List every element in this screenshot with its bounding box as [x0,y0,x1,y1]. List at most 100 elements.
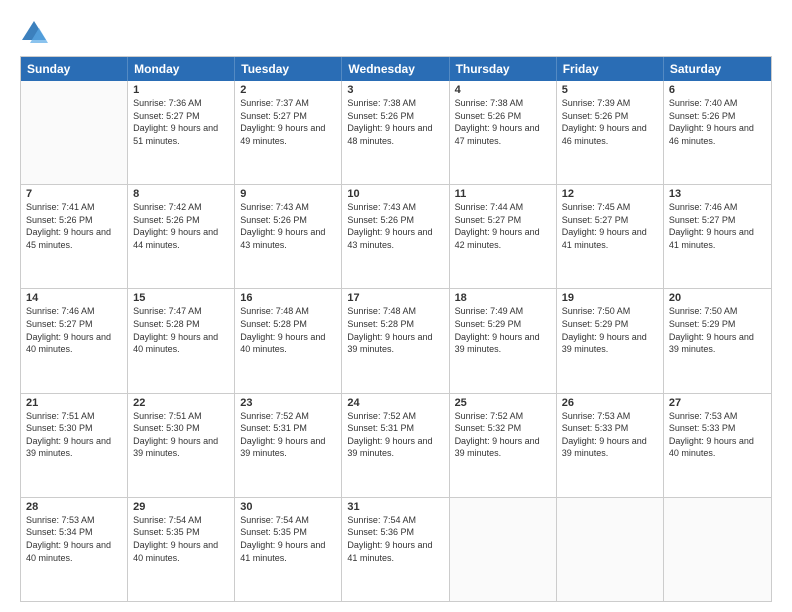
day-number: 10 [347,188,443,200]
day-cell-25: 25 Sunrise: 7:52 AM Sunset: 5:32 PM Dayl… [450,394,557,497]
header-cell-saturday: Saturday [664,57,771,81]
sunrise-label: Sunrise: 7:52 AM [455,411,524,421]
day-cell-8: 8 Sunrise: 7:42 AM Sunset: 5:26 PM Dayli… [128,185,235,288]
sunset-label: Sunset: 5:27 PM [455,215,522,225]
day-cell-15: 15 Sunrise: 7:47 AM Sunset: 5:28 PM Dayl… [128,289,235,392]
sunset-label: Sunset: 5:32 PM [455,423,522,433]
sunrise-label: Sunrise: 7:40 AM [669,98,738,108]
cell-info: Sunrise: 7:41 AM Sunset: 5:26 PM Dayligh… [26,201,122,251]
daylight-label: Daylight: 9 hours and 39 minutes. [455,436,540,459]
sunrise-label: Sunrise: 7:52 AM [240,411,309,421]
sunrise-label: Sunrise: 7:54 AM [347,515,416,525]
day-cell-19: 19 Sunrise: 7:50 AM Sunset: 5:29 PM Dayl… [557,289,664,392]
day-number: 3 [347,84,443,96]
day-number: 17 [347,292,443,304]
cell-info: Sunrise: 7:51 AM Sunset: 5:30 PM Dayligh… [133,410,229,460]
daylight-label: Daylight: 9 hours and 39 minutes. [26,436,111,459]
header-cell-thursday: Thursday [450,57,557,81]
daylight-label: Daylight: 9 hours and 42 minutes. [455,227,540,250]
cell-info: Sunrise: 7:45 AM Sunset: 5:27 PM Dayligh… [562,201,658,251]
day-cell-5: 5 Sunrise: 7:39 AM Sunset: 5:26 PM Dayli… [557,81,664,184]
daylight-label: Daylight: 9 hours and 44 minutes. [133,227,218,250]
cell-info: Sunrise: 7:43 AM Sunset: 5:26 PM Dayligh… [240,201,336,251]
day-number: 9 [240,188,336,200]
sunset-label: Sunset: 5:27 PM [133,111,200,121]
day-number: 24 [347,397,443,409]
sunset-label: Sunset: 5:29 PM [562,319,629,329]
day-cell-6: 6 Sunrise: 7:40 AM Sunset: 5:26 PM Dayli… [664,81,771,184]
calendar-week-4: 21 Sunrise: 7:51 AM Sunset: 5:30 PM Dayl… [21,393,771,497]
sunrise-label: Sunrise: 7:53 AM [669,411,738,421]
cell-info: Sunrise: 7:51 AM Sunset: 5:30 PM Dayligh… [26,410,122,460]
day-cell-13: 13 Sunrise: 7:46 AM Sunset: 5:27 PM Dayl… [664,185,771,288]
sunset-label: Sunset: 5:26 PM [669,111,736,121]
daylight-label: Daylight: 9 hours and 51 minutes. [133,123,218,146]
day-number: 7 [26,188,122,200]
day-number: 14 [26,292,122,304]
sunrise-label: Sunrise: 7:41 AM [26,202,95,212]
day-number: 26 [562,397,658,409]
cell-info: Sunrise: 7:52 AM Sunset: 5:31 PM Dayligh… [347,410,443,460]
cell-info: Sunrise: 7:40 AM Sunset: 5:26 PM Dayligh… [669,97,766,147]
day-cell-26: 26 Sunrise: 7:53 AM Sunset: 5:33 PM Dayl… [557,394,664,497]
daylight-label: Daylight: 9 hours and 39 minutes. [133,436,218,459]
sunset-label: Sunset: 5:26 PM [240,215,307,225]
day-number: 28 [26,501,122,513]
sunset-label: Sunset: 5:35 PM [240,527,307,537]
day-cell-31: 31 Sunrise: 7:54 AM Sunset: 5:36 PM Dayl… [342,498,449,601]
sunset-label: Sunset: 5:26 PM [455,111,522,121]
day-number: 20 [669,292,766,304]
cell-info: Sunrise: 7:50 AM Sunset: 5:29 PM Dayligh… [562,305,658,355]
daylight-label: Daylight: 9 hours and 48 minutes. [347,123,432,146]
day-number: 27 [669,397,766,409]
sunrise-label: Sunrise: 7:46 AM [26,306,95,316]
daylight-label: Daylight: 9 hours and 40 minutes. [133,540,218,563]
day-cell-27: 27 Sunrise: 7:53 AM Sunset: 5:33 PM Dayl… [664,394,771,497]
day-number: 19 [562,292,658,304]
logo [20,18,50,46]
day-number: 4 [455,84,551,96]
sunrise-label: Sunrise: 7:38 AM [347,98,416,108]
cell-info: Sunrise: 7:38 AM Sunset: 5:26 PM Dayligh… [455,97,551,147]
day-cell-9: 9 Sunrise: 7:43 AM Sunset: 5:26 PM Dayli… [235,185,342,288]
day-cell-18: 18 Sunrise: 7:49 AM Sunset: 5:29 PM Dayl… [450,289,557,392]
cell-info: Sunrise: 7:46 AM Sunset: 5:27 PM Dayligh… [669,201,766,251]
day-cell-28: 28 Sunrise: 7:53 AM Sunset: 5:34 PM Dayl… [21,498,128,601]
sunrise-label: Sunrise: 7:47 AM [133,306,202,316]
day-cell-11: 11 Sunrise: 7:44 AM Sunset: 5:27 PM Dayl… [450,185,557,288]
header-cell-friday: Friday [557,57,664,81]
sunset-label: Sunset: 5:29 PM [669,319,736,329]
daylight-label: Daylight: 9 hours and 39 minutes. [455,332,540,355]
sunrise-label: Sunrise: 7:46 AM [669,202,738,212]
day-cell-17: 17 Sunrise: 7:48 AM Sunset: 5:28 PM Dayl… [342,289,449,392]
daylight-label: Daylight: 9 hours and 39 minutes. [562,332,647,355]
sunset-label: Sunset: 5:27 PM [240,111,307,121]
sunset-label: Sunset: 5:31 PM [347,423,414,433]
sunrise-label: Sunrise: 7:39 AM [562,98,631,108]
day-number: 18 [455,292,551,304]
calendar-week-3: 14 Sunrise: 7:46 AM Sunset: 5:27 PM Dayl… [21,288,771,392]
header [20,18,772,46]
sunrise-label: Sunrise: 7:37 AM [240,98,309,108]
cell-info: Sunrise: 7:53 AM Sunset: 5:33 PM Dayligh… [669,410,766,460]
day-number: 11 [455,188,551,200]
daylight-label: Daylight: 9 hours and 47 minutes. [455,123,540,146]
sunrise-label: Sunrise: 7:43 AM [347,202,416,212]
day-cell-22: 22 Sunrise: 7:51 AM Sunset: 5:30 PM Dayl… [128,394,235,497]
day-cell-21: 21 Sunrise: 7:51 AM Sunset: 5:30 PM Dayl… [21,394,128,497]
day-cell-12: 12 Sunrise: 7:45 AM Sunset: 5:27 PM Dayl… [557,185,664,288]
daylight-label: Daylight: 9 hours and 43 minutes. [347,227,432,250]
daylight-label: Daylight: 9 hours and 39 minutes. [347,436,432,459]
sunset-label: Sunset: 5:26 PM [562,111,629,121]
cell-info: Sunrise: 7:48 AM Sunset: 5:28 PM Dayligh… [347,305,443,355]
cell-info: Sunrise: 7:47 AM Sunset: 5:28 PM Dayligh… [133,305,229,355]
cell-info: Sunrise: 7:44 AM Sunset: 5:27 PM Dayligh… [455,201,551,251]
day-cell-2: 2 Sunrise: 7:37 AM Sunset: 5:27 PM Dayli… [235,81,342,184]
sunrise-label: Sunrise: 7:52 AM [347,411,416,421]
sunrise-label: Sunrise: 7:49 AM [455,306,524,316]
day-cell-1: 1 Sunrise: 7:36 AM Sunset: 5:27 PM Dayli… [128,81,235,184]
daylight-label: Daylight: 9 hours and 39 minutes. [562,436,647,459]
daylight-label: Daylight: 9 hours and 40 minutes. [133,332,218,355]
empty-cell [664,498,771,601]
cell-info: Sunrise: 7:52 AM Sunset: 5:32 PM Dayligh… [455,410,551,460]
